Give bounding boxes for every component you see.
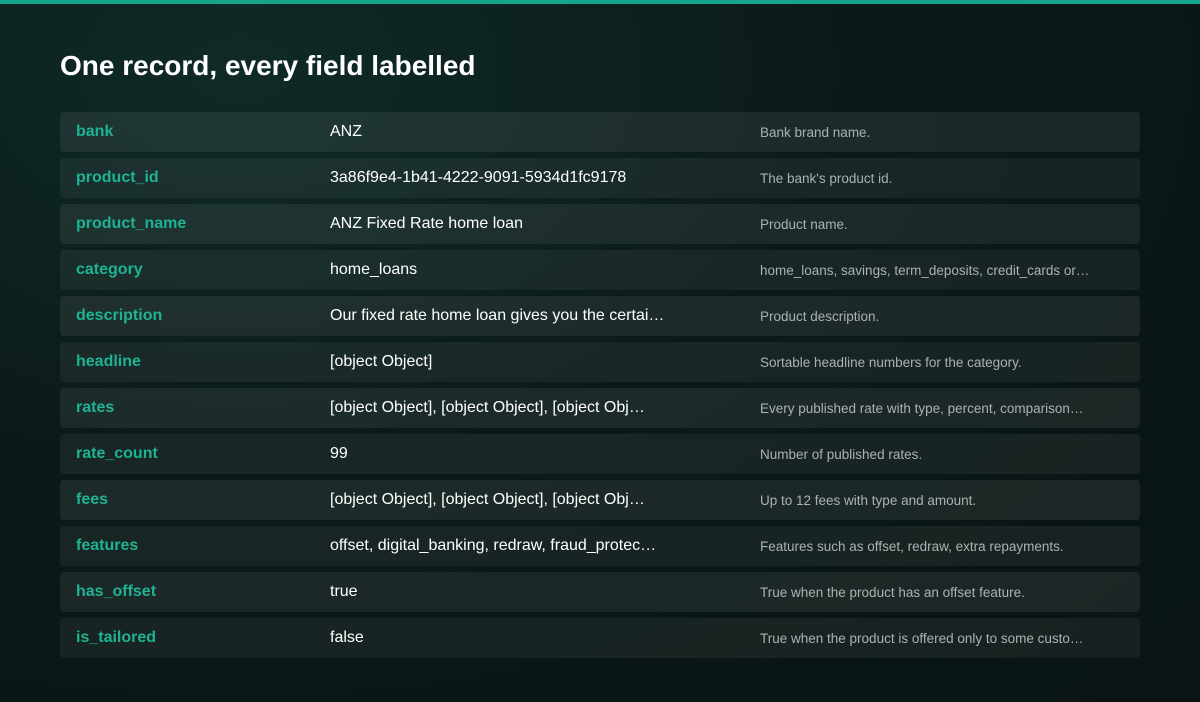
field-key: description (76, 307, 163, 324)
field-value: 3a86f9e4-1b41-4222-9091-5934d1fc9178 (330, 169, 627, 186)
field-key: rates (76, 399, 115, 416)
field-key: product_id (76, 169, 159, 186)
field-description: True when the product has an offset feat… (760, 584, 1025, 600)
field-description: home_loans, savings, term_deposits, cred… (760, 262, 1090, 278)
field-description: True when the product is offered only to… (760, 630, 1084, 646)
field-row-is-tailored: is_tailored false True when the product … (60, 618, 1140, 658)
field-row-category: category home_loans home_loans, savings,… (60, 250, 1140, 290)
field-description: Product name. (760, 216, 848, 232)
field-description: Product description. (760, 308, 880, 324)
field-value: [object Object], [object Object], [objec… (330, 399, 645, 416)
field-description: Features such as offset, redraw, extra r… (760, 538, 1064, 554)
field-value: 99 (330, 445, 348, 462)
field-key: has_offset (76, 583, 157, 600)
page-title: One record, every field labelled (60, 50, 476, 81)
field-value: offset, digital_banking, redraw, fraud_p… (330, 537, 657, 554)
field-value: true (330, 583, 358, 600)
field-value: ANZ Fixed Rate home loan (330, 215, 523, 232)
field-row-fees: fees [object Object], [object Object], [… (60, 480, 1140, 520)
field-row-rate-count: rate_count 99 Number of published rates. (60, 434, 1140, 474)
field-key: product_name (76, 215, 187, 232)
field-row-features: features offset, digital_banking, redraw… (60, 526, 1140, 566)
field-row-has-offset: has_offset true True when the product ha… (60, 572, 1140, 612)
accent-top-bar (0, 0, 1200, 4)
field-value: false (330, 629, 364, 646)
field-description: Sortable headline numbers for the catego… (760, 354, 1022, 370)
field-key: category (76, 261, 143, 278)
field-key: is_tailored (76, 629, 157, 646)
field-description: Bank brand name. (760, 124, 871, 140)
field-row-headline: headline [object Object] Sortable headli… (60, 342, 1140, 382)
field-value: [object Object] (330, 353, 433, 370)
field-row-rates: rates [object Object], [object Object], … (60, 388, 1140, 428)
field-description: The bank's product id. (760, 170, 893, 186)
field-value: Our fixed rate home loan gives you the c… (330, 307, 665, 324)
field-row-product-id: product_id 3a86f9e4-1b41-4222-9091-5934d… (60, 158, 1140, 198)
field-row-bank: bank ANZ Bank brand name. (60, 112, 1140, 152)
field-value: ANZ (330, 123, 362, 140)
field-key: bank (76, 123, 114, 140)
field-value: home_loans (330, 261, 418, 278)
field-row-description: description Our fixed rate home loan giv… (60, 296, 1140, 336)
field-row-product-name: product_name ANZ Fixed Rate home loan Pr… (60, 204, 1140, 244)
field-key: fees (76, 491, 109, 508)
field-description: Every published rate with type, percent,… (760, 400, 1084, 416)
field-key: features (76, 537, 139, 554)
field-value: [object Object], [object Object], [objec… (330, 491, 645, 508)
field-description: Up to 12 fees with type and amount. (760, 492, 977, 508)
field-description: Number of published rates. (760, 446, 923, 462)
field-key: headline (76, 353, 141, 370)
field-key: rate_count (76, 445, 158, 462)
record-field-table: bank ANZ Bank brand name. product_id 3a8… (60, 112, 1140, 664)
